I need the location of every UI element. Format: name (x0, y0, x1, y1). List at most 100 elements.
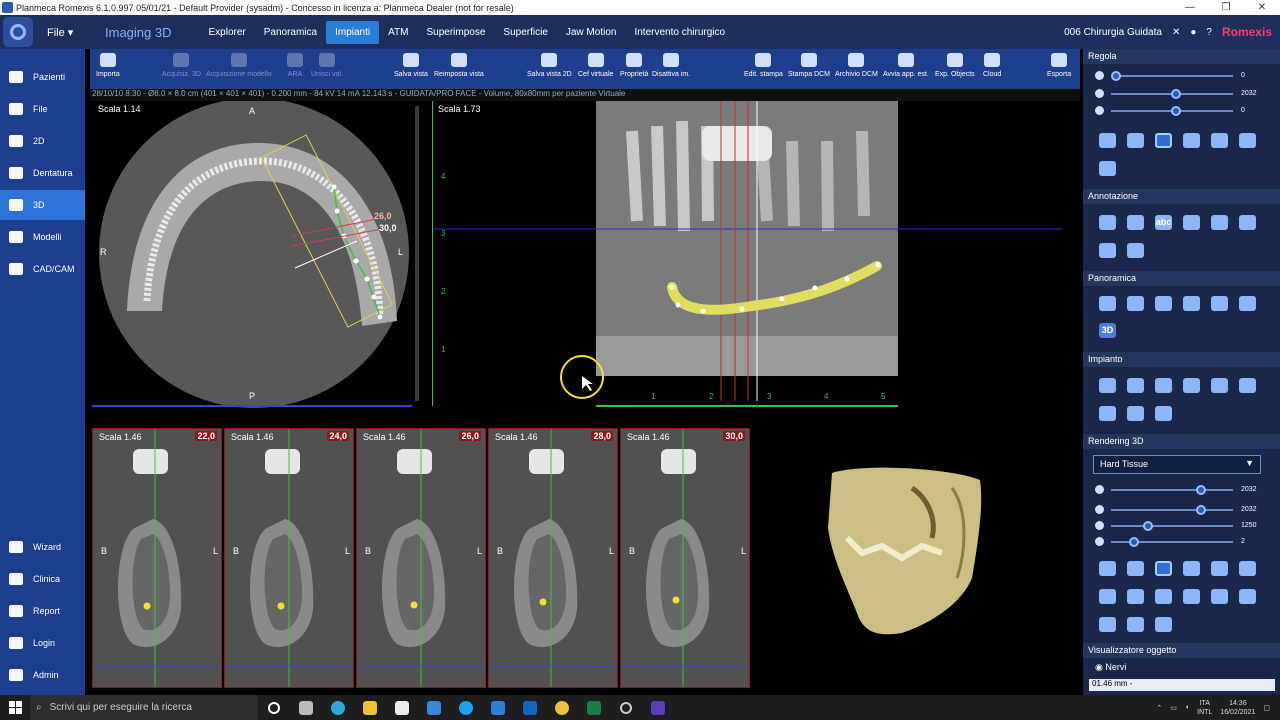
close-patient-icon[interactable]: ✕ (1172, 27, 1180, 38)
minimize-button[interactable]: — (1172, 2, 1208, 13)
section-panoramica-header[interactable]: Panoramica (1083, 271, 1280, 286)
sidebar-item-dentatura[interactable]: Dentatura (0, 158, 85, 188)
cross-section-panel[interactable]: Scala 1.46 30,0 B L (620, 428, 750, 688)
render-red-icon[interactable] (1183, 561, 1200, 576)
cross-section-panel[interactable]: Scala 1.46 28,0 B L (488, 428, 618, 688)
render-face-icon[interactable] (1127, 617, 1144, 632)
disable-image-button[interactable]: Disattiva im. (652, 53, 690, 87)
render-axis-icon[interactable] (1099, 589, 1116, 604)
pen-icon[interactable] (1099, 243, 1116, 258)
render-preset-select[interactable]: Hard Tissue ▼ (1093, 455, 1261, 474)
image-icon[interactable] (1183, 133, 1200, 148)
tray-arrow-icon[interactable]: ⌃ (1156, 704, 1162, 712)
windows-start-icon[interactable] (0, 695, 30, 720)
recorder-icon[interactable] (610, 695, 642, 720)
pano-tooth-1-icon[interactable] (1127, 296, 1144, 311)
cortana-icon[interactable] (258, 695, 290, 720)
implant-search-icon[interactable] (1211, 378, 1228, 393)
render-export-icon[interactable] (1155, 617, 1172, 632)
romexis-taskbar-icon[interactable] (642, 695, 674, 720)
tab-superimpose[interactable]: Superimpose (417, 21, 494, 44)
pano-3d-button[interactable]: 3D (1099, 323, 1116, 338)
chrome-icon[interactable] (546, 695, 578, 720)
panoramic-view[interactable]: Scala 1.73 4 3 2 1 1 2 3 4 5 (432, 101, 1077, 411)
section-visualizzatore-header[interactable]: Visualizzatore oggetto (1083, 643, 1280, 658)
render-palette-icon[interactable] (1239, 589, 1256, 604)
section-rendering-header[interactable]: Rendering 3D (1083, 434, 1280, 449)
brightness-slider[interactable] (1111, 71, 1233, 81)
tab-atm[interactable]: ATM (379, 21, 417, 44)
object-sub-item[interactable]: 01.46 mm - (1089, 679, 1275, 691)
pdf-icon[interactable] (1155, 406, 1172, 421)
section-annotazione-header[interactable]: Annotazione (1083, 189, 1280, 204)
render-green-icon[interactable] (1211, 561, 1228, 576)
language-indicator[interactable]: ITA INTL (1197, 699, 1212, 717)
task-view-icon[interactable] (290, 695, 322, 720)
implant-library-icon[interactable] (1099, 378, 1116, 393)
excel-icon[interactable] (578, 695, 610, 720)
export-objects-button[interactable]: Exp. Objects (935, 53, 975, 87)
render-image-icon[interactable] (1099, 561, 1116, 576)
render-grid-icon[interactable] (1155, 561, 1172, 576)
sidebar-item-2d[interactable]: 2D (0, 126, 85, 156)
properties-button[interactable]: Proprietà (620, 53, 648, 87)
object-list-item[interactable]: ◉ Nervi (1095, 662, 1275, 676)
implant-screw-icon[interactable] (1155, 378, 1172, 393)
import-button[interactable]: Importa (96, 53, 120, 87)
clock[interactable]: 14:36 16/02/2021 (1220, 699, 1255, 717)
launch-external-app-button[interactable]: Avvia app. est. (883, 53, 929, 87)
contrast-slider[interactable] (1111, 89, 1233, 99)
sidebar-item-admin[interactable]: Admin (0, 660, 85, 690)
print-dcm-button[interactable]: Stampa DCM (788, 53, 830, 87)
sidebar-item-login[interactable]: Login (0, 628, 85, 658)
network-icon[interactable]: ▭ (1170, 704, 1177, 712)
print-edit-button[interactable]: Edit. stampa (744, 53, 783, 87)
pano-curve-icon[interactable] (1099, 296, 1116, 311)
tab-superficie[interactable]: Superficie (494, 21, 556, 44)
render-head-icon[interactable] (1211, 589, 1228, 604)
edge-icon[interactable] (322, 695, 354, 720)
reset-view-button[interactable]: Reimposta vista (434, 53, 484, 87)
tab-explorer[interactable]: Explorer (199, 21, 254, 44)
sidebar-item-wizard[interactable]: Wizard (0, 532, 85, 562)
volume-icon[interactable]: ◖ (1185, 704, 1189, 711)
wrench-icon[interactable] (1099, 161, 1116, 176)
outlook-icon[interactable] (514, 695, 546, 720)
sidebar-item-pazienti[interactable]: Pazienti (0, 62, 85, 92)
render-box-icon[interactable] (1127, 589, 1144, 604)
gamma-slider[interactable] (1111, 106, 1233, 116)
file-explorer-icon[interactable] (354, 695, 386, 720)
sidebar-item-file[interactable]: File (0, 94, 85, 124)
pano-tooth-3-icon[interactable] (1183, 296, 1200, 311)
grid-icon[interactable] (1155, 133, 1172, 148)
curve-icon[interactable] (1239, 215, 1256, 230)
mail-icon[interactable] (418, 695, 450, 720)
tab-panoramica[interactable]: Panoramica (255, 21, 326, 44)
abutment-icon[interactable] (1239, 378, 1256, 393)
section-impianto-header[interactable]: Impianto (1083, 352, 1280, 367)
pano-tooth-2-icon[interactable] (1155, 296, 1172, 311)
fit-icon[interactable] (1127, 133, 1144, 148)
render-contrast-slider[interactable] (1111, 505, 1233, 515)
render-cube-icon[interactable] (1155, 589, 1172, 604)
crown-icon[interactable] (1183, 378, 1200, 393)
render-threshold-slider[interactable] (1111, 521, 1233, 531)
text-box-icon[interactable] (1183, 215, 1200, 230)
browser-icon[interactable] (450, 695, 482, 720)
section-regola-header[interactable]: Regola (1083, 49, 1280, 64)
save-view-2d-button[interactable]: Salva vista 2D (527, 53, 572, 87)
taskbar-search-input[interactable]: ⌕ Scrivi qui per eseguire la ricerca (30, 695, 258, 720)
export-button[interactable]: Esporta (1047, 53, 1071, 87)
line-icon[interactable] (1211, 215, 1228, 230)
axial-view[interactable]: Scala 1.14 A P R L 26,0 30,0 (92, 101, 427, 411)
render-light-icon[interactable] (1127, 561, 1144, 576)
maximize-button[interactable]: ❐ (1208, 2, 1244, 13)
romexis-logo-icon[interactable] (3, 17, 33, 47)
todo-icon[interactable] (482, 695, 514, 720)
file-menu[interactable]: File ▾ (47, 26, 97, 39)
tab-intervento-chirurgico[interactable]: Intervento chirurgico (625, 21, 734, 44)
nerve-icon[interactable] (1239, 133, 1256, 148)
sidebar-item-cadcam[interactable]: CAD/CAM (0, 254, 85, 284)
tooth-marker-icon[interactable] (1127, 243, 1144, 258)
cross-section-panel[interactable]: Scala 1.46 22,0 B L (92, 428, 222, 688)
